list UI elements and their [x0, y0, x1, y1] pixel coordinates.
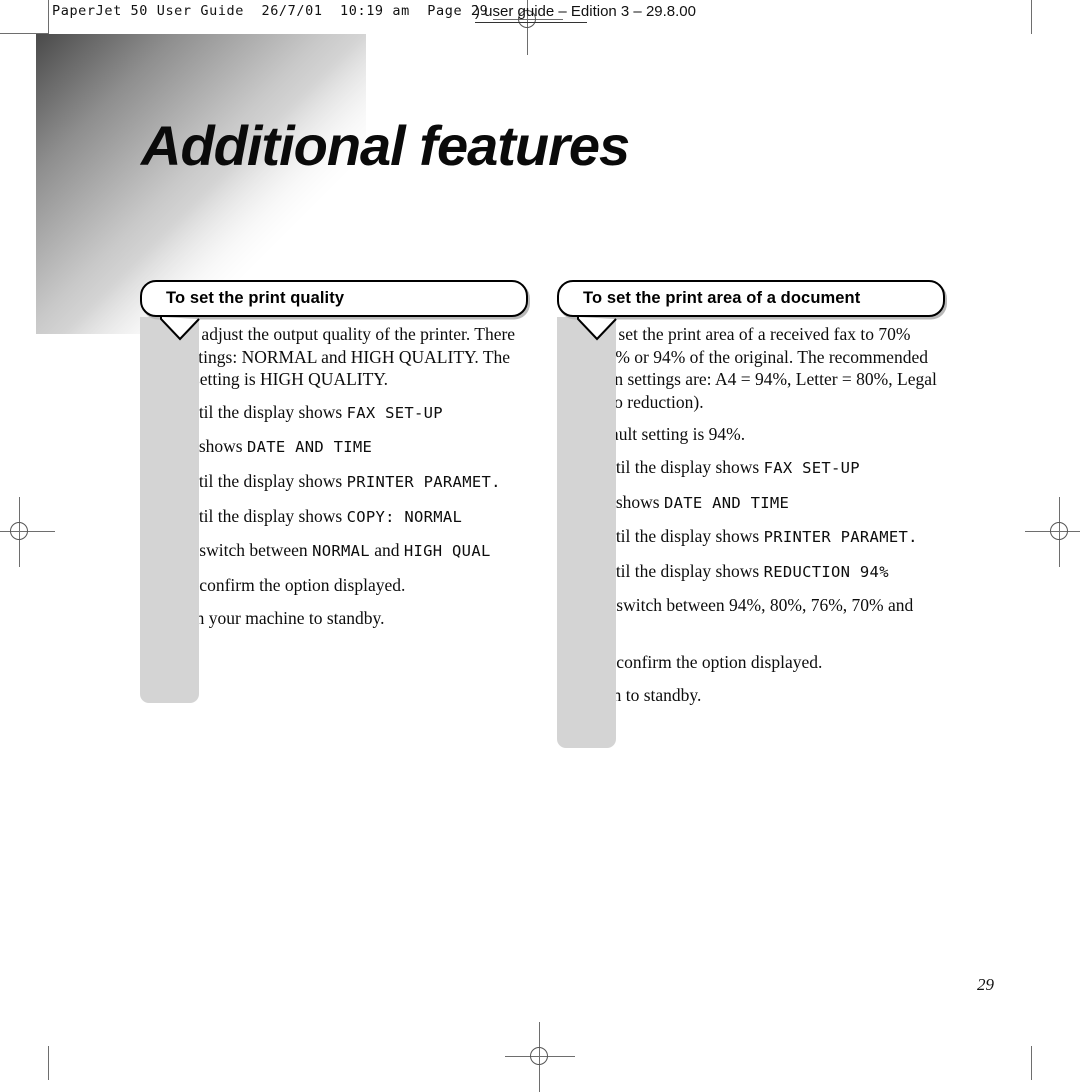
page-number: 29 [977, 975, 994, 994]
section-callout: To set the print area of a document [557, 280, 945, 341]
running-head-underline [475, 22, 587, 23]
display-text: DATE AND TIME [663, 493, 790, 512]
section-print-quality: To set the print quality You can adjust t… [140, 280, 528, 703]
display-text: PRINTER PARAMET. [763, 528, 918, 547]
running-head-file-info: PaperJet 50 User Guide 26/7/01 10:19 am … [52, 3, 489, 19]
display-text: HIGH QUAL [403, 542, 491, 561]
callout-tail [577, 317, 617, 341]
display-text: PRINTER PARAMET. [346, 472, 501, 491]
running-header: PaperJet 50 User Guide 26/7/01 10:19 am … [0, 0, 1080, 26]
display-text: REDUCTION 94% [763, 562, 889, 581]
registration-mark-right [1025, 497, 1080, 567]
display-text: FAX SET-UP [763, 458, 860, 477]
section-heading: To set the print area of a document [583, 289, 861, 307]
body-text: and [369, 540, 404, 561]
registration-mark-left [0, 497, 55, 567]
control-panel-strip [140, 317, 199, 703]
trim-line-bottom-right [1031, 1046, 1032, 1080]
trim-line-bottom-left [48, 1046, 49, 1080]
control-panel-strip [557, 317, 616, 748]
callout-tail [160, 317, 200, 341]
section-print-area: To set the print area of a document You c… [557, 280, 945, 748]
running-head-edition: ) user guide – Edition 3 – 29.8.00 [475, 3, 696, 20]
display-text: FAX SET-UP [346, 403, 443, 422]
display-text: COPY: NORMAL [346, 507, 463, 526]
document-page: PaperJet 50 User Guide 26/7/01 10:19 am … [0, 0, 1080, 1092]
display-text: NORMAL [312, 542, 370, 561]
page-title: Additional features [141, 114, 630, 177]
section-heading: To set the print quality [166, 289, 345, 307]
registration-mark-bottom [505, 1022, 575, 1092]
display-text: DATE AND TIME [246, 438, 373, 457]
section-callout: To set the print quality [140, 280, 528, 341]
